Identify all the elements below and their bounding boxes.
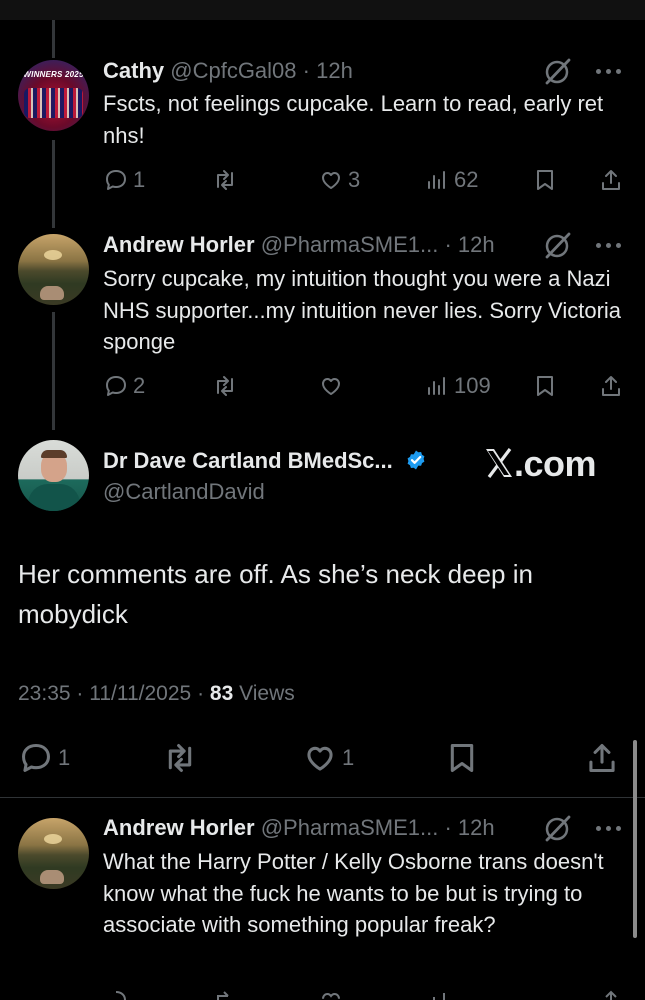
tweet-text: Fscts, not feelings cupcake. Learn to re… xyxy=(103,91,604,148)
action-bar: 1 3 62 xyxy=(0,167,645,197)
share-button[interactable] xyxy=(598,167,624,193)
author-name[interactable]: Cathy xyxy=(103,58,164,83)
like-button[interactable]: 1 xyxy=(302,740,354,776)
like-button[interactable]: 3 xyxy=(318,167,360,193)
views-button[interactable]: 62 xyxy=(424,167,478,193)
views-count: 62 xyxy=(454,167,479,192)
tweet-text: What the Harry Potter / Kelly Osborne tr… xyxy=(103,849,604,937)
tweet-date[interactable]: 11/11/2025 xyxy=(89,682,191,705)
reply-icon[interactable] xyxy=(103,988,129,1000)
reply-button[interactable]: 2 xyxy=(103,373,145,399)
bookmark-button[interactable] xyxy=(532,167,558,193)
views-icon xyxy=(428,377,445,395)
share-button[interactable] xyxy=(584,740,620,776)
avatar-banner-text: WINNERS 2025 xyxy=(23,70,84,79)
bookmark-button[interactable] xyxy=(444,740,480,776)
tweet-header: Dr Dave Cartland BMedSc... xyxy=(103,448,427,474)
bookmark-icon xyxy=(450,744,474,772)
grok-icon[interactable] xyxy=(542,57,572,87)
tweet-time[interactable]: · 12h xyxy=(444,815,494,840)
reply-button[interactable]: 1 xyxy=(18,740,70,776)
reply-icon xyxy=(106,170,126,190)
tweet-meta: 23:35 · 11/11/2025 · 83 Views xyxy=(18,682,295,705)
views-count: 83 xyxy=(209,682,234,705)
site-name: .com xyxy=(514,443,597,484)
repost-icon xyxy=(217,376,233,396)
grok-icon[interactable] xyxy=(542,231,572,261)
tweet-text: Sorry cupcake, my intuition thought you … xyxy=(103,266,622,354)
views-icon xyxy=(428,171,445,189)
main-action-bar: 1 1 xyxy=(0,740,645,780)
avatar-photo xyxy=(41,450,67,458)
reply-tweet[interactable]: Andrew Horler @PharmaSME1... · 12h What … xyxy=(0,798,645,1000)
reply-icon xyxy=(106,376,126,396)
share-icon xyxy=(589,744,615,772)
avatar-photo xyxy=(28,484,80,511)
tweet-header: Cathy @CpfcGal08 · 12h xyxy=(103,58,353,84)
avatar-photo xyxy=(40,870,64,884)
views-button[interactable]: 109 xyxy=(424,373,491,399)
author-handle-line: @CartlandDavid xyxy=(103,479,265,505)
avatar-photo xyxy=(44,250,62,260)
like-count: 3 xyxy=(348,167,361,192)
repost-button[interactable] xyxy=(212,167,242,193)
more-icon[interactable] xyxy=(594,822,624,836)
tweet-time[interactable]: 23:35 xyxy=(18,682,71,705)
avatar-photo xyxy=(40,286,64,300)
like-icon xyxy=(322,378,340,395)
verified-icon xyxy=(407,450,425,470)
avatar[interactable] xyxy=(18,818,89,889)
repost-icon xyxy=(217,170,233,190)
bookmark-icon xyxy=(537,170,553,190)
share-icon xyxy=(602,376,620,396)
reply-tweet[interactable]: WINNERS 2025 Cathy @CpfcGal08 · 12h Fsct… xyxy=(0,0,645,215)
x-watermark: .com xyxy=(484,443,597,485)
bookmark-icon xyxy=(537,376,553,396)
tweet-header: Andrew Horler @PharmaSME1... · 12h xyxy=(103,815,495,841)
avatar[interactable] xyxy=(18,234,89,305)
more-icon[interactable] xyxy=(594,65,624,79)
author-name[interactable]: Dr Dave Cartland BMedSc... xyxy=(103,448,393,473)
views-icon[interactable] xyxy=(424,988,450,1000)
avatar-photo xyxy=(44,834,62,844)
tweet-time[interactable]: · 12h xyxy=(303,58,353,83)
main-tweet-text: Her comments are off. As she’s neck deep… xyxy=(18,559,533,629)
action-bar: 2 109 xyxy=(0,373,645,403)
author-name[interactable]: Andrew Horler xyxy=(103,815,255,840)
tweet-time[interactable]: · 12h xyxy=(444,232,494,257)
views-label: Views xyxy=(239,682,295,705)
avatar-photo xyxy=(24,88,83,118)
repost-button[interactable] xyxy=(212,373,242,399)
reply-button[interactable]: 1 xyxy=(103,167,145,193)
reply-count: 1 xyxy=(58,745,71,770)
repost-button[interactable] xyxy=(162,740,202,776)
author-handle[interactable]: @CpfcGal08 xyxy=(170,58,296,83)
like-icon xyxy=(322,172,340,189)
share-icon[interactable] xyxy=(598,988,624,1000)
author-name[interactable]: Andrew Horler xyxy=(103,232,255,257)
tweet-header: Andrew Horler @PharmaSME1... · 12h xyxy=(103,232,495,258)
share-button[interactable] xyxy=(598,373,624,399)
grok-icon[interactable] xyxy=(542,814,572,844)
like-button[interactable] xyxy=(318,373,348,399)
author-handle[interactable]: @PharmaSME1... xyxy=(261,815,439,840)
bookmark-button[interactable] xyxy=(532,373,558,399)
author-handle[interactable]: @PharmaSME1... xyxy=(261,232,439,257)
author-handle[interactable]: @CartlandDavid xyxy=(103,479,265,504)
reply-count: 2 xyxy=(133,373,146,398)
views-count: 109 xyxy=(454,373,491,398)
reply-count: 1 xyxy=(133,167,146,192)
like-icon xyxy=(307,746,333,771)
share-icon xyxy=(602,170,620,190)
x-logo-icon xyxy=(486,448,512,478)
like-icon[interactable] xyxy=(318,988,344,1000)
repost-icon[interactable] xyxy=(212,988,238,1000)
avatar[interactable]: WINNERS 2025 xyxy=(18,60,89,131)
reply-tweet[interactable]: Andrew Horler @PharmaSME1... · 12h Sorry… xyxy=(0,215,645,435)
like-count: 1 xyxy=(342,745,355,770)
more-icon[interactable] xyxy=(594,239,624,253)
repost-icon xyxy=(168,744,192,772)
reply-icon xyxy=(22,744,50,772)
avatar[interactable] xyxy=(18,440,89,511)
